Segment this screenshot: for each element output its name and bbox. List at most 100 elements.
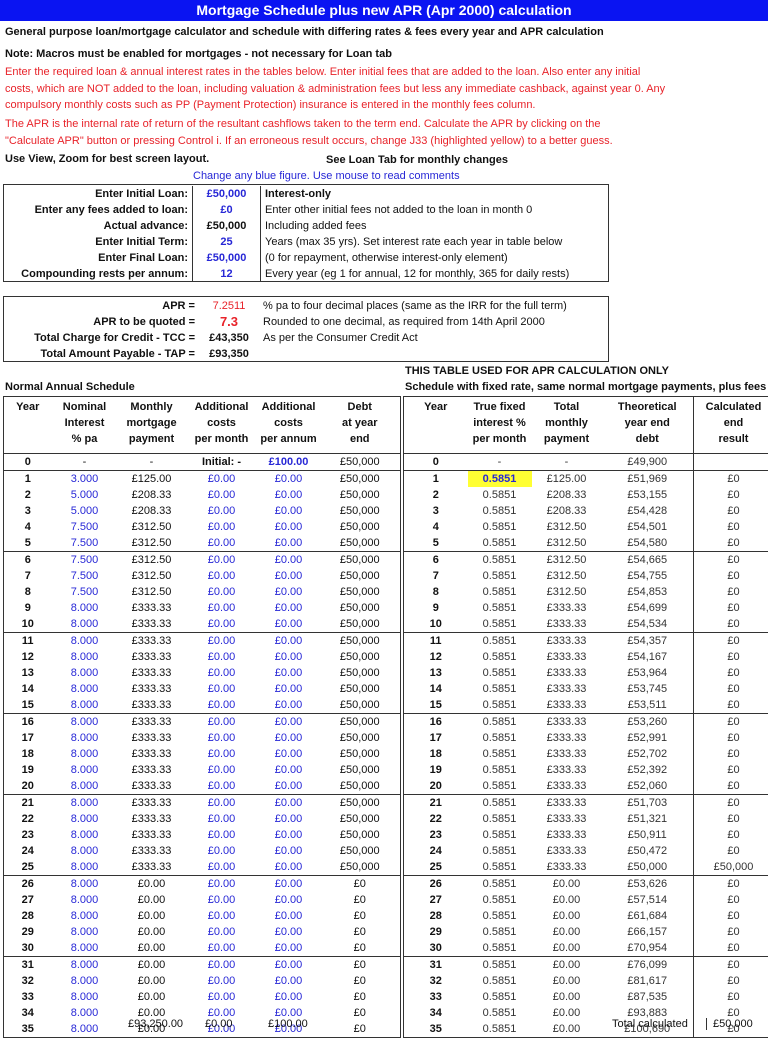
interest-rate-cell[interactable]: 7.500 <box>52 535 118 552</box>
annual-cost-cell[interactable]: £0.00 <box>258 908 320 924</box>
monthly-cost-cell[interactable]: £0.00 <box>186 714 258 731</box>
annual-cost-cell[interactable]: £0.00 <box>258 827 320 843</box>
annual-cost-cell[interactable]: £0.00 <box>258 876 320 893</box>
monthly-cost-cell[interactable]: £0.00 <box>186 487 258 503</box>
annual-cost-cell[interactable]: £0.00 <box>258 989 320 1005</box>
annual-cost-cell[interactable]: £0.00 <box>258 519 320 535</box>
interest-rate-cell[interactable]: 8.000 <box>52 762 118 778</box>
annual-cost-cell[interactable]: £0.00 <box>258 487 320 503</box>
monthly-cost-cell[interactable]: £0.00 <box>186 908 258 924</box>
annual-cost-cell[interactable]: £0.00 <box>258 681 320 697</box>
interest-rate-cell[interactable]: 8.000 <box>52 1005 118 1021</box>
monthly-cost-cell[interactable]: £0.00 <box>186 876 258 893</box>
monthly-cost-cell[interactable]: £0.00 <box>186 616 258 633</box>
interest-rate-cell[interactable]: 5.000 <box>52 487 118 503</box>
interest-rate-cell[interactable]: 8.000 <box>52 600 118 616</box>
interest-rate-cell[interactable]: 8.000 <box>52 859 118 876</box>
annual-cost-cell[interactable]: £0.00 <box>258 633 320 650</box>
monthly-cost-cell[interactable]: £0.00 <box>186 665 258 681</box>
annual-cost-cell[interactable]: £0.00 <box>258 957 320 974</box>
annual-cost-cell[interactable]: £0.00 <box>258 714 320 731</box>
interest-rate-cell[interactable]: 8.000 <box>52 649 118 665</box>
annual-cost-cell[interactable]: £0.00 <box>258 730 320 746</box>
interest-rate-cell[interactable]: 8.000 <box>52 616 118 633</box>
monthly-cost-cell[interactable]: £0.00 <box>186 503 258 519</box>
input-value[interactable]: £0 <box>193 202 261 218</box>
monthly-cost-cell[interactable]: £0.00 <box>186 957 258 974</box>
monthly-cost-cell[interactable]: £0.00 <box>186 843 258 859</box>
monthly-cost-cell[interactable]: £0.00 <box>186 584 258 600</box>
monthly-cost-cell[interactable]: £0.00 <box>186 859 258 876</box>
annual-cost-cell[interactable]: £0.00 <box>258 892 320 908</box>
annual-cost-cell[interactable]: £0.00 <box>258 584 320 600</box>
interest-rate-cell[interactable]: 8.000 <box>52 778 118 795</box>
interest-rate-cell[interactable]: 8.000 <box>52 795 118 812</box>
annual-cost-cell[interactable]: £0.00 <box>258 811 320 827</box>
monthly-cost-cell[interactable]: £0.00 <box>186 730 258 746</box>
interest-rate-cell[interactable]: 8.000 <box>52 681 118 697</box>
annual-cost-cell[interactable]: £0.00 <box>258 746 320 762</box>
interest-rate-cell[interactable]: 8.000 <box>52 876 118 893</box>
annual-cost-cell[interactable]: £0.00 <box>258 568 320 584</box>
interest-rate-cell[interactable]: 8.000 <box>52 633 118 650</box>
annual-cost-cell[interactable]: £0.00 <box>258 843 320 859</box>
monthly-cost-cell[interactable]: £0.00 <box>186 535 258 552</box>
monthly-cost-cell[interactable]: £0.00 <box>186 649 258 665</box>
monthly-cost-cell[interactable]: £0.00 <box>186 989 258 1005</box>
input-value[interactable]: £50,000 <box>193 186 261 202</box>
interest-rate-cell[interactable]: 8.000 <box>52 697 118 714</box>
annual-cost-cell[interactable]: £0.00 <box>258 924 320 940</box>
annual-cost-cell[interactable]: £0.00 <box>258 778 320 795</box>
annual-cost-cell[interactable]: £0.00 <box>258 762 320 778</box>
interest-rate-cell[interactable]: 7.500 <box>52 552 118 569</box>
monthly-cost-cell[interactable]: £0.00 <box>186 940 258 957</box>
annual-cost-cell[interactable]: £0.00 <box>258 503 320 519</box>
annual-cost-cell[interactable]: £0.00 <box>258 859 320 876</box>
annual-cost-cell[interactable]: £0.00 <box>258 535 320 552</box>
annual-cost-cell[interactable]: £0.00 <box>258 973 320 989</box>
monthly-cost-cell[interactable]: £0.00 <box>186 778 258 795</box>
interest-rate-cell[interactable]: 8.000 <box>52 989 118 1005</box>
monthly-cost-cell[interactable]: £0.00 <box>186 811 258 827</box>
monthly-cost-cell[interactable]: £0.00 <box>186 633 258 650</box>
monthly-cost-cell[interactable]: £0.00 <box>186 697 258 714</box>
annual-cost-cell[interactable]: £0.00 <box>258 697 320 714</box>
monthly-cost-cell[interactable]: £0.00 <box>186 552 258 569</box>
interest-rate-cell[interactable]: 8.000 <box>52 908 118 924</box>
interest-rate-cell[interactable]: 8.000 <box>52 973 118 989</box>
annual-cost-cell[interactable]: £0.00 <box>258 600 320 616</box>
monthly-cost-cell[interactable]: £0.00 <box>186 973 258 989</box>
monthly-cost-cell[interactable]: £0.00 <box>186 519 258 535</box>
monthly-cost-cell[interactable]: £0.00 <box>186 471 258 488</box>
interest-rate-cell[interactable]: 8.000 <box>52 811 118 827</box>
interest-rate-cell[interactable]: 8.000 <box>52 665 118 681</box>
interest-rate-cell[interactable]: 8.000 <box>52 924 118 940</box>
monthly-cost-cell[interactable]: £0.00 <box>186 924 258 940</box>
annual-cost-cell[interactable]: £0.00 <box>258 616 320 633</box>
interest-rate-cell[interactable]: 5.000 <box>52 503 118 519</box>
monthly-cost-cell[interactable]: £0.00 <box>186 827 258 843</box>
interest-rate-cell[interactable]: 8.000 <box>52 843 118 859</box>
monthly-cost-cell[interactable]: £0.00 <box>186 762 258 778</box>
interest-rate-cell[interactable]: 7.500 <box>52 584 118 600</box>
monthly-cost-cell[interactable]: £0.00 <box>186 600 258 616</box>
cell[interactable]: £100.00 <box>258 454 320 471</box>
input-value[interactable]: 12 <box>193 266 261 282</box>
interest-rate-cell[interactable]: 8.000 <box>52 1021 118 1038</box>
monthly-cost-cell[interactable]: £0.00 <box>186 681 258 697</box>
annual-cost-cell[interactable]: £0.00 <box>258 552 320 569</box>
interest-rate-cell[interactable]: 8.000 <box>52 714 118 731</box>
monthly-cost-cell[interactable]: £0.00 <box>186 746 258 762</box>
annual-cost-cell[interactable]: £0.00 <box>258 940 320 957</box>
interest-rate-cell[interactable]: 8.000 <box>52 957 118 974</box>
annual-cost-cell[interactable]: £0.00 <box>258 471 320 488</box>
interest-rate-cell[interactable]: 8.000 <box>52 746 118 762</box>
interest-rate-cell[interactable]: 7.500 <box>52 519 118 535</box>
monthly-cost-cell[interactable]: £0.00 <box>186 892 258 908</box>
interest-rate-cell[interactable]: 8.000 <box>52 827 118 843</box>
interest-rate-cell[interactable]: 7.500 <box>52 568 118 584</box>
interest-rate-cell[interactable]: 3.000 <box>52 471 118 488</box>
annual-cost-cell[interactable]: £0.00 <box>258 649 320 665</box>
annual-cost-cell[interactable]: £0.00 <box>258 795 320 812</box>
interest-rate-cell[interactable]: 8.000 <box>52 730 118 746</box>
